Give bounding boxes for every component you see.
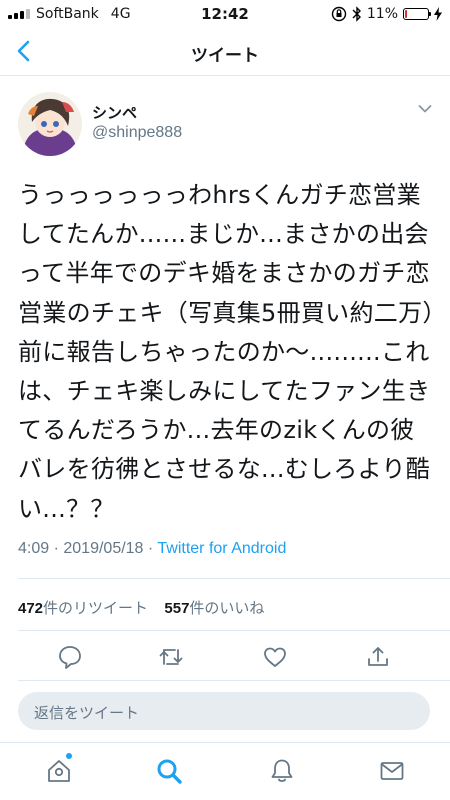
bluetooth-icon [352,6,361,22]
meta-separator: · [147,540,154,557]
home-icon[interactable] [45,757,73,785]
battery-fill [405,10,408,18]
tweet-actions [0,640,450,674]
reply-input[interactable]: 返信をツイート [18,692,430,730]
retweet-icon[interactable] [158,644,184,670]
tweet-stats: 472件のリツイート 557件のいいね [18,597,264,618]
bell-icon[interactable] [268,757,296,785]
author-handle[interactable]: @shinpe888 [92,124,182,142]
charging-icon [434,7,442,21]
like-label: 件のいいね [189,600,265,617]
mail-icon[interactable] [378,757,406,785]
search-icon[interactable] [155,757,183,785]
orientation-lock-icon [331,6,347,22]
heart-icon[interactable] [262,644,288,670]
home-notification-dot [66,753,72,759]
retweet-count: 472 [18,600,44,617]
tab-bar [0,742,450,800]
divider [18,630,450,631]
avatar[interactable] [18,92,82,156]
reply-icon[interactable] [57,644,83,670]
status-bar: SoftBank 4G 12:42 11% [0,0,450,30]
battery-icon [403,8,431,20]
status-right: 11% [331,6,442,22]
divider [18,578,450,579]
chevron-down-icon[interactable] [418,104,432,114]
meta-separator: · [53,540,59,557]
reply-placeholder: 返信をツイート [34,704,140,722]
retweet-label: 件のリツイート [43,600,149,617]
like-count: 557 [164,600,190,617]
retweet-stat[interactable]: 472件のリツイート [18,600,148,617]
tweet-time: 4:09 [18,540,50,557]
battery-percent: 11% [366,6,398,22]
tweet-date: 2019/05/18 [63,540,144,557]
divider [18,680,450,681]
like-stat[interactable]: 557件のいいね [164,600,264,617]
share-icon[interactable] [365,644,391,670]
tweet-source-link[interactable]: Twitter for Android [157,540,286,557]
tweet-meta: 4:09 · 2019/05/18 · Twitter for Android [18,540,286,558]
author-name[interactable]: シンペ [92,102,137,123]
tweet-text: うっっっっっっわhrsくんガチ恋営業してたんか......まじか...まさかの出… [18,181,435,523]
page-title: ツイート [191,46,259,66]
nav-bar: ツイート [0,30,450,76]
